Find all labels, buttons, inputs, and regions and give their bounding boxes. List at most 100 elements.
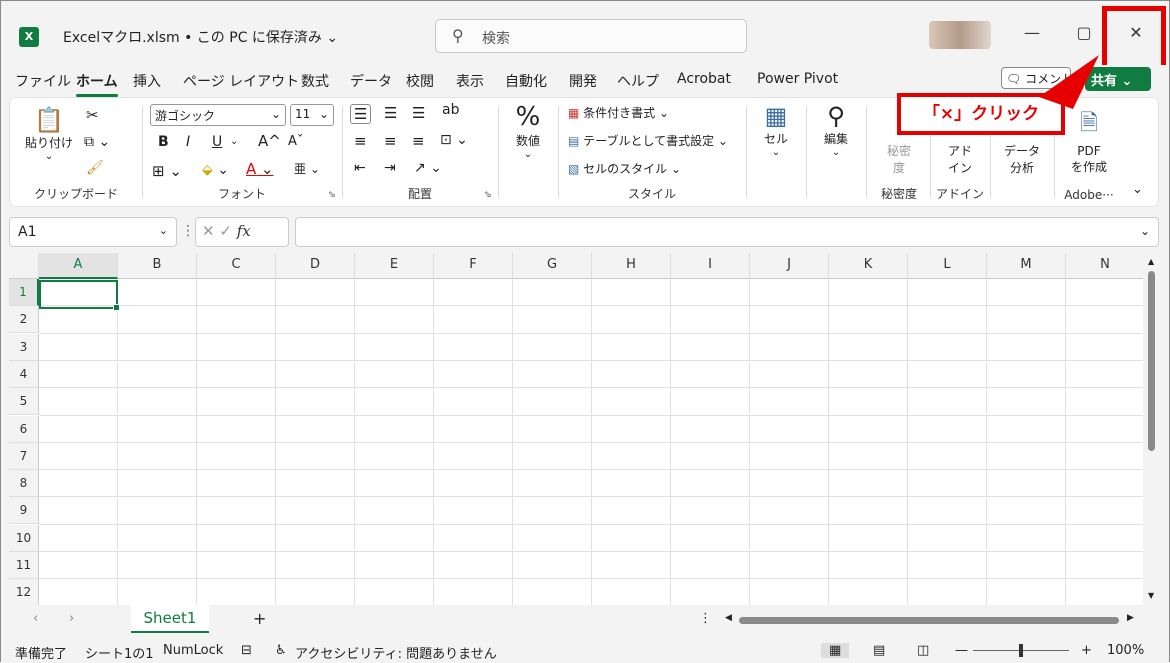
row-header-4[interactable]: 4	[9, 360, 39, 388]
column-header-d[interactable]: D	[276, 253, 355, 279]
selected-cell-a1[interactable]	[39, 280, 120, 311]
chevron-down-icon[interactable]: ⌄	[1140, 224, 1150, 238]
dialog-launcher-icon[interactable]: ⬂	[484, 190, 492, 200]
column-header-c[interactable]: C	[197, 253, 276, 279]
sensitivity-button[interactable]: 秘密 度	[878, 142, 920, 176]
italic-button[interactable]: I	[186, 134, 190, 150]
scroll-up-icon[interactable]: ▲	[1148, 257, 1154, 266]
insert-function-button[interactable]: fx	[237, 222, 251, 240]
formula-input[interactable]: ⌄	[295, 217, 1159, 247]
name-box[interactable]: A1 ⌄	[9, 217, 177, 247]
row-header-11[interactable]: 11	[9, 552, 39, 579]
row-header-1[interactable]: 1	[9, 279, 39, 306]
prev-sheet-icon[interactable]: ‹	[33, 611, 38, 626]
zoom-level[interactable]: 100%	[1107, 643, 1144, 658]
callout-arrow	[1039, 55, 1099, 109]
scroll-left-icon[interactable]: ◀	[725, 613, 732, 623]
merge-center-icon[interactable]: ⊡ ⌄	[440, 132, 468, 148]
zoom-in-button[interactable]: +	[1081, 643, 1092, 658]
chevron-down-icon[interactable]: ⌄	[230, 136, 238, 147]
next-sheet-icon[interactable]: ›	[69, 611, 74, 626]
shrink-font-button[interactable]: Aˇ	[288, 134, 303, 149]
number-label: 数値	[515, 134, 540, 148]
macro-record-icon[interactable]: ⊟	[241, 643, 252, 658]
border-icon[interactable]: ⊞ ⌄	[152, 162, 182, 180]
column-header-k[interactable]: K	[829, 253, 908, 279]
row-header-10[interactable]: 10	[9, 524, 39, 552]
cell-styles-button[interactable]: ▧ セルのスタイル ⌄	[568, 160, 681, 177]
increase-indent-icon[interactable]: ⇥	[384, 160, 396, 176]
column-header-a[interactable]: A	[39, 253, 118, 279]
align-center-icon[interactable]: ≡	[384, 132, 397, 150]
align-right-icon[interactable]: ≡	[412, 132, 425, 150]
cell-styles-label: セルのスタイル ⌄	[583, 162, 682, 176]
styles-group-label: スタイル	[627, 187, 676, 201]
font-color-icon[interactable]: A ⌄	[246, 160, 274, 178]
cancel-icon[interactable]: ✕	[202, 222, 215, 240]
grow-font-button[interactable]: A^	[258, 132, 281, 150]
horizontal-scroll-thumb[interactable]	[739, 617, 1119, 624]
sheet-tab-sheet1[interactable]: Sheet1	[131, 605, 209, 633]
formula-bar: A1 ⌄ ⋮ ✕ ✓ fx ⌄	[9, 215, 1159, 249]
column-header-h[interactable]: H	[592, 253, 671, 279]
cell-style-icon: ▧	[568, 162, 580, 176]
add-sheet-button[interactable]: +	[253, 609, 266, 628]
column-header-f[interactable]: F	[434, 253, 513, 279]
format-painter-icon[interactable]: 🖌	[86, 160, 104, 176]
data-analysis-button[interactable]: データ 分析	[998, 142, 1046, 176]
underline-button[interactable]: U	[212, 134, 222, 150]
row-header-5[interactable]: 5	[9, 388, 39, 416]
vertical-scrollbar[interactable]: ▲ ▼	[1145, 257, 1159, 603]
column-header-e[interactable]: E	[355, 253, 434, 279]
column-header-l[interactable]: L	[908, 253, 987, 279]
select-all-corner[interactable]	[9, 253, 39, 279]
editing-label: 編集	[823, 132, 848, 146]
worksheet-grid[interactable]: ABCDEFGHIJKLMN 1 2 3 4 5 6 7 8 9 10 11 12	[9, 253, 1143, 605]
excel-window: X Excelマクロ.xlsm • この PC に保存済み ⌄ ⚲ 検索 — ▢…	[0, 0, 1170, 663]
format-as-table-button[interactable]: ▤ テーブルとして書式設定 ⌄	[568, 132, 728, 149]
row-header-9[interactable]: 9	[9, 497, 39, 525]
addins-button[interactable]: アド イン	[940, 142, 980, 176]
row-header-7[interactable]: 7	[9, 442, 39, 470]
column-header-j[interactable]: J	[750, 253, 829, 279]
column-header-m[interactable]: M	[987, 253, 1066, 279]
column-header-g[interactable]: G	[513, 253, 592, 279]
column-header-b[interactable]: B	[118, 253, 197, 279]
table-format-icon: ▤	[568, 134, 580, 148]
more-icon[interactable]: ⋮	[699, 611, 712, 626]
row-header-12[interactable]: 12	[9, 579, 39, 605]
copy-icon[interactable]: ⧉ ⌄	[84, 134, 110, 150]
phonetic-icon[interactable]: 亜 ⌄	[294, 160, 320, 177]
status-accessibility[interactable]: アクセシビリティ: 問題ありません	[295, 643, 497, 662]
row-header-6[interactable]: 6	[9, 415, 39, 443]
create-pdf-label-2: を作成	[1070, 160, 1107, 174]
name-box-value: A1	[18, 224, 37, 240]
row-header-2[interactable]: 2	[9, 306, 39, 334]
bold-button[interactable]: B	[158, 134, 169, 150]
ribbon-collapse-icon[interactable]: ⌄	[1132, 182, 1143, 197]
page-layout-view-icon[interactable]: ▤	[873, 643, 885, 658]
decrease-indent-icon[interactable]: ⇤	[354, 160, 366, 176]
row-header-3[interactable]: 3	[9, 333, 39, 361]
status-sheet-info: シート1の1	[85, 647, 154, 662]
vertical-scroll-thumb[interactable]	[1148, 271, 1155, 451]
zoom-out-button[interactable]: —	[955, 643, 968, 658]
orientation-icon[interactable]: ↗ ⌄	[414, 160, 442, 176]
accessibility-icon[interactable]: ♿	[275, 643, 287, 658]
scroll-right-icon[interactable]: ▶	[1127, 613, 1134, 623]
row-header-8[interactable]: 8	[9, 470, 39, 498]
enter-icon[interactable]: ✓	[219, 222, 232, 240]
scroll-down-icon[interactable]: ▼	[1148, 591, 1154, 600]
normal-view-icon[interactable]: ▦	[821, 643, 850, 658]
fill-color-icon[interactable]: ⬙ ⌄	[202, 162, 229, 178]
addins-label-2: イン	[947, 161, 972, 175]
dialog-launcher-icon[interactable]: ⬂	[328, 190, 336, 200]
data-analysis-label-2: 分析	[1009, 161, 1034, 175]
zoom-slider-thumb[interactable]	[1019, 644, 1023, 657]
page-break-view-icon[interactable]: ◫	[917, 643, 929, 658]
column-header-n[interactable]: N	[1066, 253, 1143, 279]
more-icon[interactable]: ⋮	[181, 223, 195, 239]
column-header-i[interactable]: I	[671, 253, 750, 279]
align-left-icon[interactable]: ≡	[354, 132, 367, 150]
sheet-tabs-bar: ‹ › Sheet1 + ⋮ ◀ ▶	[9, 605, 1159, 635]
